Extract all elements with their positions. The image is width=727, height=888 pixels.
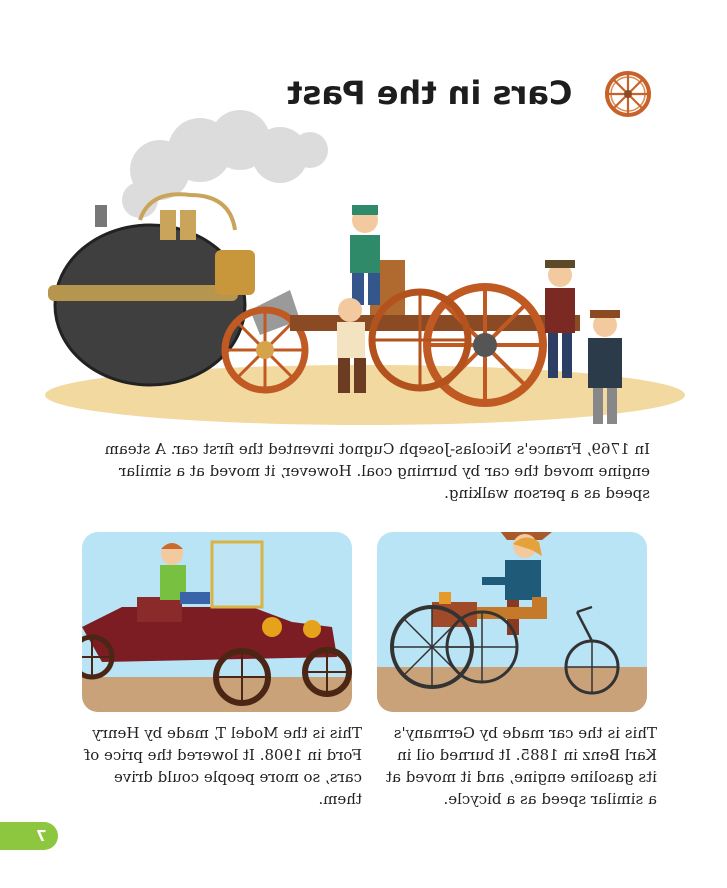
ford-model-t-illustration [82,540,352,712]
steam-wagon-illustration [45,110,685,425]
page-title: Cars in the Past [286,74,572,112]
page-number: 7 [36,827,47,845]
benz-rear-wheel-2 [445,610,519,684]
hero-caption: In 1769, France's Nicolas-Joseph Cugnot … [80,438,650,504]
model-t-card [82,532,352,712]
page-number-tab: 7 [0,822,58,850]
model-t-caption: This is the Model T, made by Henry Ford … [82,722,362,810]
benz-card [377,532,647,712]
benz-caption-text: This is the car made by Germany's Karl B… [386,724,657,808]
rear-wheel-large [423,283,547,407]
benz-caption: This is the car made by Germany's Karl B… [377,722,657,810]
hero-caption-text: In 1769, France's Nicolas-Joseph Cugnot … [104,440,650,502]
rear-wheel-back [368,288,472,392]
bystander-figure-1 [545,260,575,378]
brass-cylinder [215,250,255,295]
benz-motorwagen-illustration [377,532,647,712]
driver-figure [350,205,380,305]
model-t-caption-text: This is the Model T, made by Henry Ford … [84,724,362,808]
model-t-front-wheel-1 [213,648,271,706]
model-t-front-wheel-2 [302,647,352,697]
